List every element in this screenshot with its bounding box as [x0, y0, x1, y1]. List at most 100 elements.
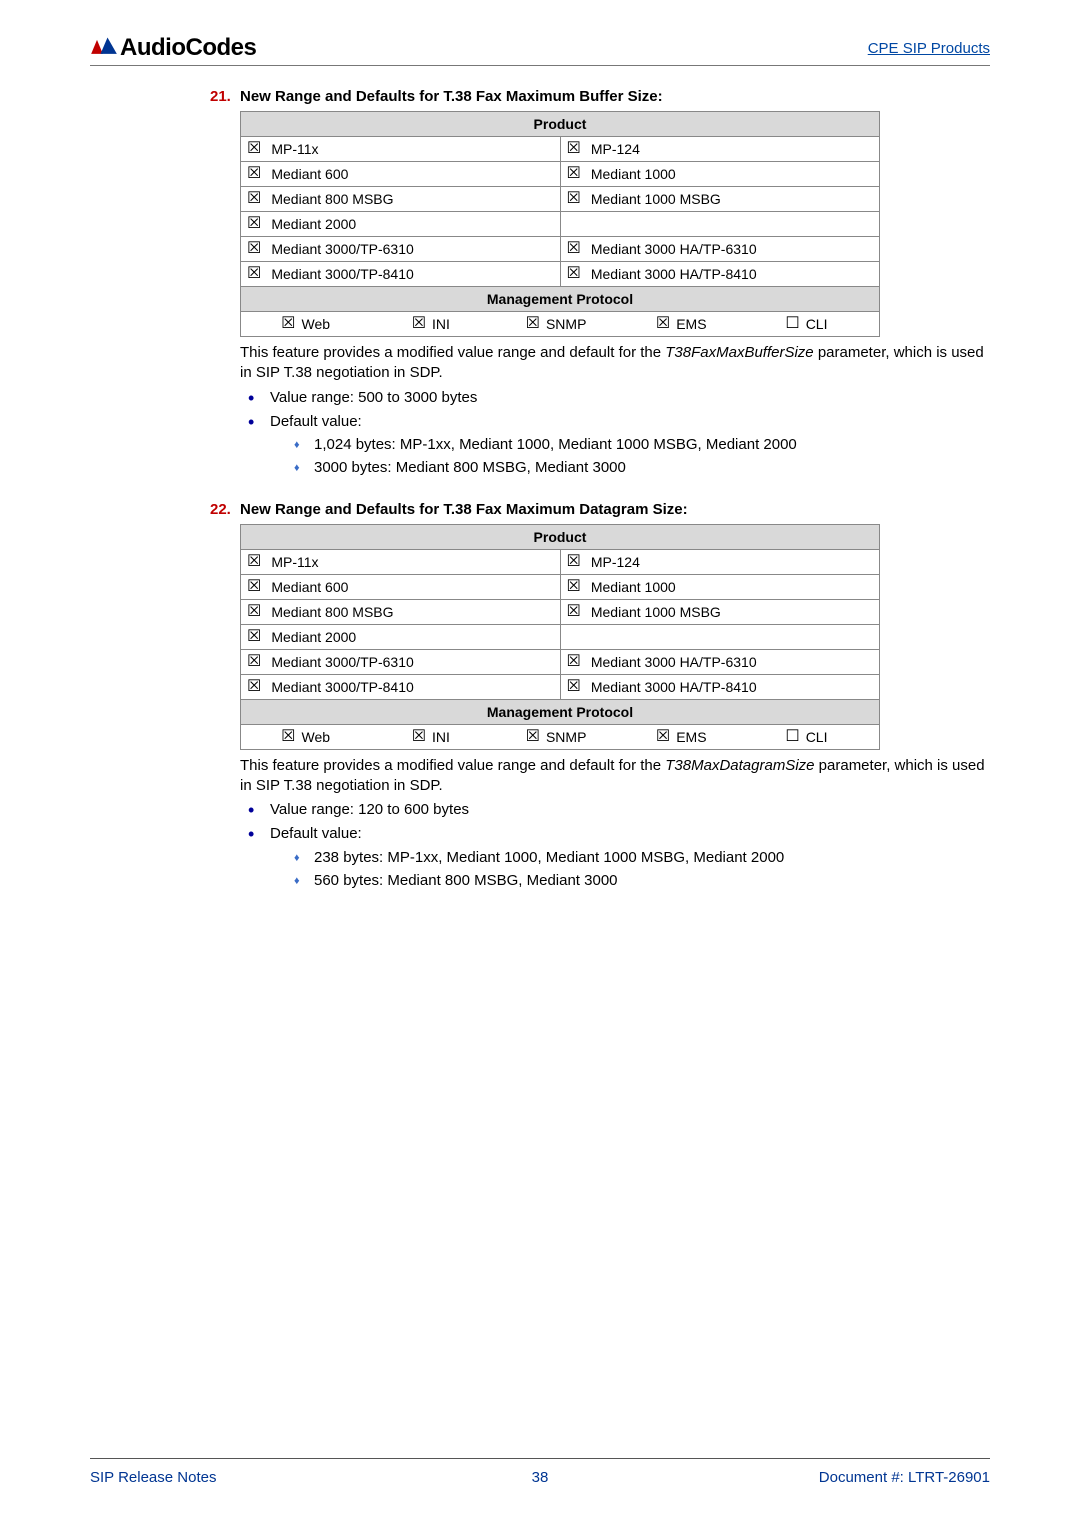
- mgmt-row: ☒ Web ☒INI ☒ SNMP ☒ EMS ☐ CLI: [241, 724, 880, 749]
- product-cell: ☒ Mediant 3000 HA/TP-6310: [560, 649, 880, 674]
- checkbox-icon: ☒: [567, 654, 581, 670]
- logo-icon: [90, 36, 118, 60]
- item-description: This feature provides a modified value r…: [210, 343, 990, 479]
- list-item: Default value:1,024 bytes: MP-1xx, Media…: [240, 412, 990, 479]
- mgmt-label: SNMP: [546, 729, 586, 745]
- product-cell: ☒ Mediant 2000: [241, 212, 561, 237]
- product-cell: ☒Mediant 3000/TP-8410: [241, 262, 561, 287]
- checkbox-icon: ☐: [785, 316, 799, 332]
- item-title: New Range and Defaults for T.38 Fax Maxi…: [240, 501, 688, 518]
- checkbox-icon: ☒: [247, 604, 261, 620]
- checkbox-icon: ☒: [281, 316, 295, 332]
- checkbox-icon: ☒: [412, 316, 426, 332]
- checkbox-icon: ☒: [247, 191, 261, 207]
- checkbox-icon: ☒: [281, 729, 295, 745]
- product-label: Mediant 3000/TP-6310: [271, 241, 413, 257]
- product-label: MP-124: [591, 554, 640, 570]
- product-cell-empty: [560, 624, 880, 649]
- product-cell: ☒Mediant 2000: [241, 624, 561, 649]
- product-label: Mediant 3000 HA/TP-8410: [591, 266, 757, 282]
- mgmt-label: Web: [302, 316, 331, 332]
- list-item: 560 bytes: Mediant 800 MSBG, Mediant 300…: [270, 871, 990, 891]
- checkbox-icon: ☒: [247, 141, 261, 157]
- product-cell: ☒ Mediant 3000 HA/TP-8410: [560, 262, 880, 287]
- checkbox-icon: ☒: [567, 679, 581, 695]
- mgmt-label: EMS: [676, 729, 706, 745]
- mgmt-cell: ☒ Web: [247, 316, 372, 332]
- checkbox-icon: ☒: [567, 241, 581, 257]
- product-label: MP-11x: [271, 554, 318, 570]
- product-cell: ☒Mediant 1000: [560, 574, 880, 599]
- product-header: Product: [241, 112, 880, 137]
- footer-right: Document #: LTRT-26901: [819, 1469, 990, 1486]
- checkbox-icon: ☒: [247, 579, 261, 595]
- checkbox-icon: ☒: [567, 579, 581, 595]
- product-table: Product☒MP-11x☒MP-124☒Mediant 600☒Median…: [240, 524, 880, 750]
- mgmt-label: INI: [432, 316, 450, 332]
- checkbox-icon: ☒: [247, 554, 261, 570]
- item-number: 21.: [210, 88, 240, 105]
- product-label: MP-11x: [271, 141, 318, 157]
- product-cell: ☒ Mediant 3000 HA/TP-8410: [560, 674, 880, 699]
- list-item: Default value:238 bytes: MP-1xx, Mediant…: [240, 824, 990, 891]
- product-cell: ☒Mediant 3000/TP-6310: [241, 649, 561, 674]
- product-cell: ☒ Mediant 3000 HA/TP-6310: [560, 237, 880, 262]
- checkbox-icon: ☒: [247, 629, 261, 645]
- list-item: 3000 bytes: Mediant 800 MSBG, Mediant 30…: [270, 458, 990, 478]
- checkbox-icon: ☒: [247, 654, 261, 670]
- feature-item: 21.New Range and Defaults for T.38 Fax M…: [90, 88, 990, 479]
- mgmt-cell: ☒INI: [372, 729, 497, 745]
- product-cell: ☒ Mediant 1000 MSBG: [560, 187, 880, 212]
- product-label: Mediant 3000 HA/TP-8410: [591, 679, 757, 695]
- product-cell: ☒Mediant 800 MSBG: [241, 599, 561, 624]
- product-cell: ☒Mediant 1000 MSBG: [560, 599, 880, 624]
- product-label: Mediant 600: [271, 579, 348, 595]
- checkbox-icon: ☐: [785, 729, 799, 745]
- sub-bullet-list: 1,024 bytes: MP-1xx, Mediant 1000, Media…: [270, 435, 990, 479]
- page-header: AudioCodes CPE SIP Products: [90, 34, 990, 66]
- product-cell: ☒ MP-11x: [241, 137, 561, 162]
- checkbox-icon: ☒: [567, 166, 581, 182]
- product-cell-empty: [560, 212, 880, 237]
- mgmt-label: CLI: [806, 729, 828, 745]
- logo: AudioCodes: [90, 34, 256, 62]
- product-label: Mediant 3000/TP-8410: [271, 679, 413, 695]
- header-link[interactable]: CPE SIP Products: [868, 40, 990, 57]
- checkbox-icon: ☒: [567, 141, 581, 157]
- product-cell: ☒ MP-11x: [241, 549, 561, 574]
- checkbox-icon: ☒: [567, 191, 581, 207]
- product-label: MP-124: [591, 141, 640, 157]
- product-label: Mediant 3000 HA/TP-6310: [591, 241, 757, 257]
- product-label: Mediant 1000 MSBG: [591, 604, 721, 620]
- checkbox-icon: ☒: [567, 266, 581, 282]
- product-cell: ☒ MP-124: [560, 549, 880, 574]
- mgmt-label: INI: [432, 729, 450, 745]
- product-label: Mediant 1000: [591, 166, 676, 182]
- item-number: 22.: [210, 501, 240, 518]
- checkbox-icon: ☒: [247, 216, 261, 232]
- checkbox-icon: ☒: [247, 241, 261, 257]
- mgmt-label: CLI: [806, 316, 828, 332]
- feature-item: 22.New Range and Defaults for T.38 Fax M…: [90, 501, 990, 892]
- mgmt-cell: ☒ Web: [247, 729, 372, 745]
- product-cell: ☒ MP-124: [560, 137, 880, 162]
- product-label: Mediant 3000/TP-8410: [271, 266, 413, 282]
- mgmt-cell: ☒ INI: [372, 316, 497, 332]
- product-cell: ☒ Mediant 3000/TP-6310: [241, 237, 561, 262]
- list-item: Value range: 500 to 3000 bytes: [240, 388, 990, 408]
- product-label: Mediant 600: [271, 166, 348, 182]
- bullet-list: Value range: 120 to 600 bytes Default val…: [240, 800, 990, 891]
- product-label: Mediant 1000 MSBG: [591, 191, 721, 207]
- sub-bullet-list: 238 bytes: MP-1xx, Mediant 1000, Mediant…: [270, 848, 990, 892]
- product-label: Mediant 2000: [271, 216, 356, 232]
- checkbox-icon: ☒: [247, 679, 261, 695]
- product-cell: ☒ Mediant 600: [241, 574, 561, 599]
- mgmt-label: SNMP: [546, 316, 586, 332]
- mgmt-label: Web: [302, 729, 331, 745]
- product-cell: ☒ Mediant 1000: [560, 162, 880, 187]
- checkbox-icon: ☒: [656, 729, 670, 745]
- list-item: Value range: 120 to 600 bytes: [240, 800, 990, 820]
- product-label: Mediant 3000 HA/TP-6310: [591, 654, 757, 670]
- checkbox-icon: ☒: [526, 729, 540, 745]
- checkbox-icon: ☒: [567, 554, 581, 570]
